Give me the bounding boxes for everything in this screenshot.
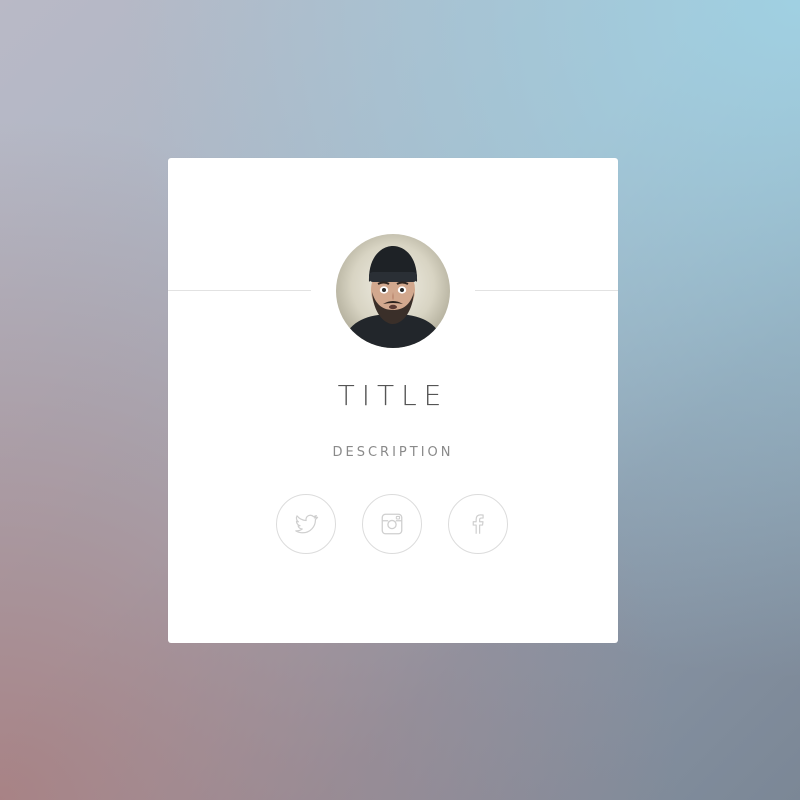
instagram-icon [381, 513, 403, 535]
twitter-button[interactable] [276, 494, 336, 554]
card-description: DESCRIPTION [332, 445, 454, 460]
twitter-icon [295, 514, 319, 534]
instagram-button[interactable] [362, 494, 422, 554]
divider-right [475, 290, 618, 291]
avatar-photo [336, 234, 450, 348]
facebook-icon [472, 514, 484, 534]
avatar [336, 234, 450, 348]
facebook-button[interactable] [448, 494, 508, 554]
social-links [276, 494, 510, 556]
card-title: TITLE [337, 379, 449, 412]
divider-left [168, 290, 311, 291]
profile-card: TITLE DESCRIPTION [168, 158, 618, 643]
